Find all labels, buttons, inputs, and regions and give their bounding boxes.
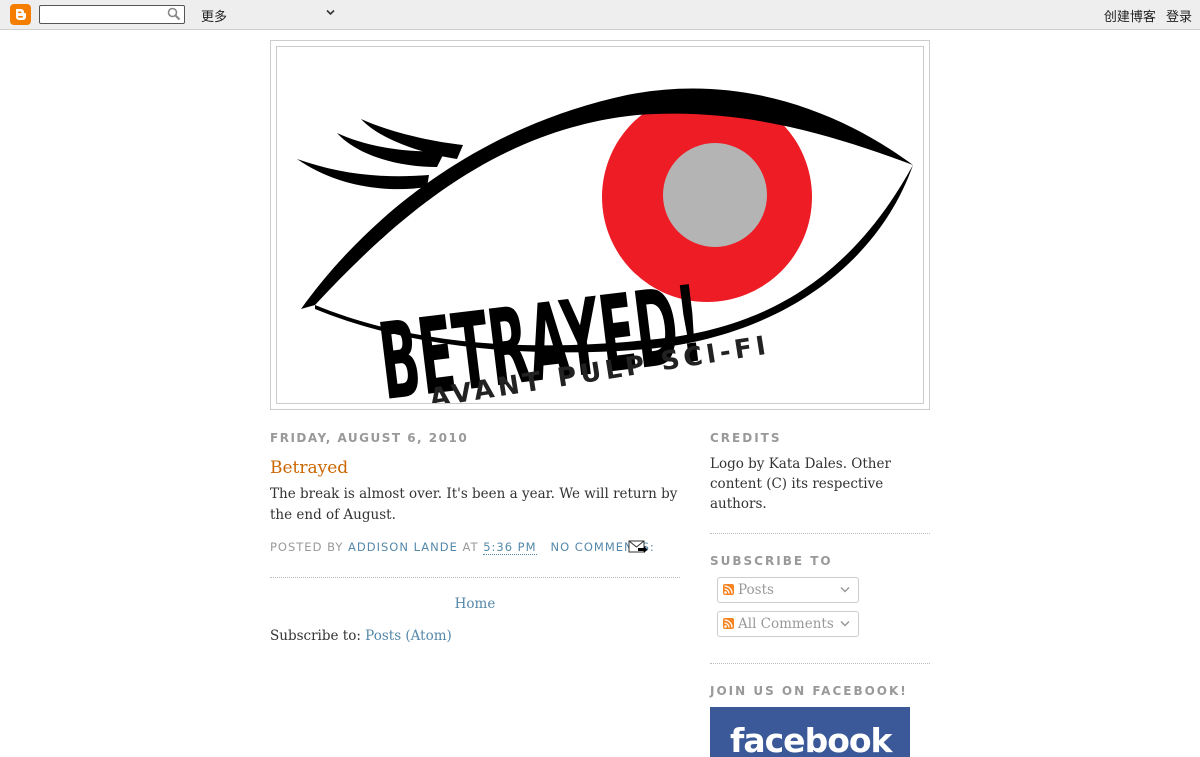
- sidebar-divider: [710, 663, 930, 664]
- search-icon[interactable]: [167, 7, 181, 21]
- post-body: The break is almost over. It's been a ye…: [270, 486, 678, 523]
- facebook-title: Join us on Facebook!: [710, 684, 908, 698]
- navbar-actions: 创建博客 登录: [1098, 6, 1192, 25]
- author-link[interactable]: Addison Lande: [348, 540, 458, 554]
- subscribe-label: Subscribe to:: [270, 628, 361, 644]
- navbar-search-input[interactable]: [40, 6, 166, 23]
- main-column: Friday, August 6, 2010 Betrayed The brea…: [270, 430, 680, 644]
- login-link[interactable]: 登录: [1166, 10, 1192, 25]
- subscribe-posts-dropdown[interactable]: Posts: [717, 577, 859, 603]
- posts-atom-link[interactable]: Posts (Atom): [365, 628, 452, 644]
- posted-by-label: Posted by: [270, 540, 344, 554]
- blogger-navbar: 更多 创建博客 登录: [0, 0, 1200, 30]
- chevron-down-icon: [840, 586, 850, 593]
- navbar-search-field[interactable]: [39, 5, 185, 24]
- email-post-icon[interactable]: [628, 540, 648, 553]
- sidebar: Credits Logo by Kata Dales. Other conten…: [710, 430, 930, 757]
- facebook-badge[interactable]: facebook: [710, 707, 910, 757]
- credits-text: Logo by Kata Dales. Other content (C) it…: [710, 456, 891, 512]
- post-time-link[interactable]: 5:36 PM: [483, 540, 537, 555]
- subscribe-title: Subscribe To: [710, 554, 833, 568]
- chevron-down-icon[interactable]: [326, 9, 335, 16]
- header-image[interactable]: BETRAYED! AVANT PULP SCI-FI: [276, 46, 924, 404]
- blog-header: BETRAYED! AVANT PULP SCI-FI: [270, 40, 930, 410]
- feed-icon: [723, 584, 734, 595]
- blogger-logo-icon[interactable]: [10, 4, 31, 25]
- subscribe-posts-label: Posts: [738, 582, 774, 598]
- subscribe-comments-label: All Comments: [738, 616, 834, 632]
- betrayed-logo: BETRAYED! AVANT PULP SCI-FI: [277, 88, 923, 403]
- home-link[interactable]: Home: [270, 596, 680, 612]
- subscribe-comments-dropdown[interactable]: All Comments: [717, 611, 859, 637]
- chevron-down-icon: [840, 620, 850, 627]
- at-label: at: [462, 540, 479, 554]
- subscribe-line: Subscribe to: Posts (Atom): [270, 628, 680, 644]
- credits-title: Credits: [710, 431, 782, 445]
- feed-icon: [723, 618, 734, 629]
- post-date: Friday, August 6, 2010: [270, 431, 469, 445]
- navbar-more-menu[interactable]: 更多: [201, 6, 227, 25]
- post-title[interactable]: Betrayed: [270, 458, 680, 478]
- post-divider: [270, 577, 680, 578]
- create-blog-link[interactable]: 创建博客: [1104, 10, 1156, 25]
- facebook-badge-text: facebook: [730, 721, 892, 757]
- post-footer: Posted by Addison Lande at 5:36 PM No co…: [270, 538, 680, 556]
- sidebar-divider: [710, 533, 930, 534]
